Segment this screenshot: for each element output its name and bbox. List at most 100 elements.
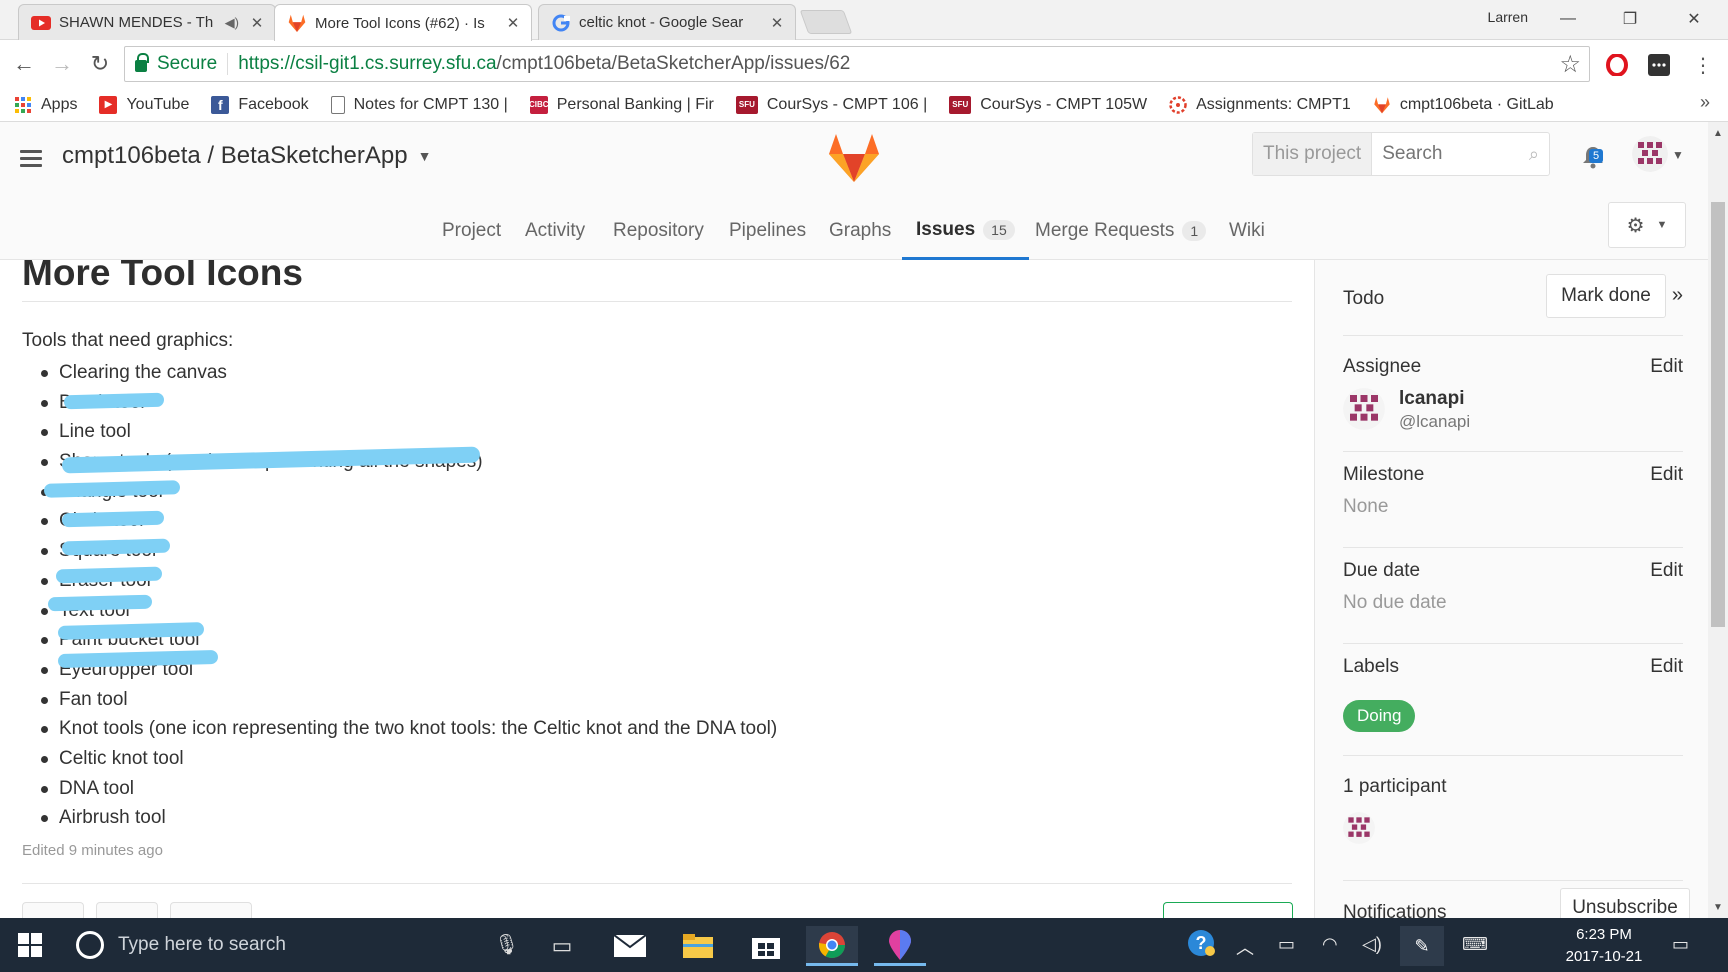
new-tab-button[interactable]: [799, 10, 853, 34]
chevron-down-icon[interactable]: ▼: [1672, 148, 1684, 162]
clock-time: 6:23 PM: [1576, 926, 1632, 943]
bookmark-label: Notes for CMPT 130 |: [353, 95, 508, 113]
task-view-icon[interactable]: ▭: [536, 926, 588, 966]
bookmark-youtube[interactable]: ▶ YouTube: [99, 95, 189, 114]
new-branch-button[interactable]: [1163, 902, 1293, 918]
list-item: Celtic knot tool: [22, 744, 777, 774]
bookmark-apps[interactable]: Apps: [14, 96, 77, 114]
volume-icon[interactable]: ◁): [1362, 934, 1382, 955]
maps-icon[interactable]: [874, 926, 926, 966]
bookmark-coursys-105w[interactable]: SFU CourSys - CMPT 105W: [949, 95, 1147, 114]
project-breadcrumb[interactable]: cmpt106beta / BetaSketcherApp ▼: [62, 142, 431, 170]
gitlab-logo-icon[interactable]: [826, 132, 882, 184]
scrollbar-thumb[interactable]: [1711, 202, 1725, 627]
add-reaction-button[interactable]: [170, 902, 252, 918]
close-tab-icon[interactable]: ✕: [769, 14, 785, 32]
edit-assignee-link[interactable]: Edit: [1650, 356, 1683, 378]
mail-icon[interactable]: [604, 926, 656, 966]
help-icon[interactable]: ?: [1186, 930, 1216, 963]
label-doing-badge[interactable]: Doing: [1343, 700, 1416, 732]
participant-avatar[interactable]: [1343, 812, 1375, 844]
close-tab-icon[interactable]: ✕: [505, 14, 521, 32]
touch-keyboard-icon[interactable]: ⌨: [1462, 934, 1488, 955]
tab-merge-requests[interactable]: Merge Requests 1: [1035, 202, 1207, 260]
bookmark-star-icon[interactable]: ☆: [1559, 50, 1581, 79]
page-scrollbar[interactable]: ▲ ▼: [1708, 122, 1728, 918]
tab-wiki[interactable]: Wiki: [1229, 202, 1265, 260]
bookmark-assignments[interactable]: Assignments: CMPT1: [1169, 96, 1351, 114]
search-input[interactable]: [1372, 143, 1523, 165]
tab-youtube[interactable]: SHAWN MENDES - Th ◀) ✕: [18, 4, 276, 40]
opera-extension-icon[interactable]: [1606, 54, 1628, 76]
action-center-icon[interactable]: ▭: [1672, 934, 1689, 955]
project-settings-button[interactable]: ⚙ ▼: [1608, 202, 1686, 248]
close-window-icon[interactable]: ✕: [1664, 0, 1724, 38]
battery-icon[interactable]: ▭: [1278, 934, 1295, 955]
store-icon[interactable]: [740, 926, 792, 966]
project-search[interactable]: This project ⌕: [1252, 132, 1550, 176]
scroll-down-icon[interactable]: ▼: [1713, 902, 1723, 913]
back-icon[interactable]: ←: [10, 50, 38, 78]
scroll-up-icon[interactable]: ▲: [1713, 128, 1723, 139]
bookmarks-overflow-button[interactable]: »: [1700, 92, 1710, 113]
microphone-icon[interactable]: 🎙: [494, 932, 519, 957]
edited-timestamp: Edited 9 minutes ago: [22, 842, 163, 859]
system-clock[interactable]: 6:23 PM 2017-10-21: [1554, 924, 1654, 968]
list-item: Knot tools (one icon representing the tw…: [22, 714, 777, 744]
gitlab-header: cmpt106beta / BetaSketcherApp ▼ This pro…: [0, 122, 1708, 260]
lock-icon: [135, 53, 149, 72]
forward-icon[interactable]: →: [48, 50, 76, 78]
tab-graphs[interactable]: Graphs: [829, 202, 891, 260]
wifi-icon[interactable]: ◠: [1322, 934, 1338, 955]
bookmark-gitlab[interactable]: cmpt106beta · GitLab: [1373, 96, 1554, 114]
minimize-icon[interactable]: —: [1538, 0, 1598, 38]
speaker-icon[interactable]: ◀): [225, 15, 239, 31]
secure-indicator[interactable]: Secure: [135, 53, 229, 75]
user-avatar[interactable]: [1632, 136, 1668, 172]
extension-icon[interactable]: [1648, 54, 1670, 76]
taskbar-search-input[interactable]: Type here to search: [118, 934, 286, 956]
tab-pipelines[interactable]: Pipelines: [729, 202, 806, 260]
show-hidden-icons-icon[interactable]: ︿: [1236, 934, 1254, 960]
bookmark-notes-cmpt130[interactable]: Notes for CMPT 130 |: [330, 95, 508, 114]
bookmark-coursys-106[interactable]: SFU CourSys - CMPT 106 |: [735, 95, 928, 114]
edit-labels-link[interactable]: Edit: [1650, 656, 1683, 678]
profile-name[interactable]: Larren: [1488, 9, 1528, 25]
tab-repository[interactable]: Repository: [613, 202, 704, 260]
tab-title: celtic knot - Google Sear: [579, 14, 744, 31]
thumbs-down-button[interactable]: [96, 902, 158, 918]
edit-due-date-link[interactable]: Edit: [1650, 560, 1683, 582]
file-explorer-icon[interactable]: [672, 926, 724, 966]
assignee-avatar[interactable]: [1343, 388, 1385, 430]
windows-start-icon[interactable]: [18, 933, 42, 957]
bookmark-label: CourSys - CMPT 106 |: [766, 95, 928, 113]
thumbs-up-button[interactable]: [22, 902, 84, 918]
unsubscribe-button[interactable]: Unsubscribe: [1560, 888, 1690, 918]
restore-icon[interactable]: ❐: [1600, 0, 1660, 38]
tab-project[interactable]: Project: [442, 202, 501, 260]
divider: [22, 301, 1292, 302]
search-scope-badge[interactable]: This project: [1253, 133, 1373, 175]
assignee-name[interactable]: lcanapi: [1399, 388, 1464, 410]
facebook-icon: f: [211, 95, 230, 114]
chrome-icon[interactable]: [806, 926, 858, 966]
tab-activity[interactable]: Activity: [525, 202, 585, 260]
gitlab-icon: [287, 13, 307, 33]
address-bar[interactable]: Secure https://csil-git1.cs.surrey.sfu.c…: [124, 46, 1590, 82]
tab-google-search[interactable]: celtic knot - Google Sear ✕: [538, 4, 796, 40]
browser-toolbar: ← → ↻ Secure https://csil-git1.cs.surrey…: [0, 40, 1728, 88]
participants-label: 1 participant: [1343, 776, 1447, 797]
pen-workspace-icon[interactable]: ✎: [1400, 926, 1444, 966]
bookmark-facebook[interactable]: f Facebook: [211, 95, 309, 114]
bookmark-personal-banking[interactable]: CIBC Personal Banking | Fir: [529, 95, 714, 114]
close-tab-icon[interactable]: ✕: [249, 14, 265, 32]
chevron-down-icon[interactable]: ▼: [418, 148, 432, 164]
reload-icon[interactable]: ↻: [86, 50, 114, 78]
hamburger-menu-icon[interactable]: [20, 150, 42, 168]
cortana-icon[interactable]: [76, 931, 104, 959]
browser-menu-icon[interactable]: ⋮: [1692, 54, 1714, 77]
tab-gitlab-issue[interactable]: More Tool Icons (#62) · Is ✕: [274, 4, 532, 41]
tab-issues[interactable]: Issues 15: [902, 202, 1029, 260]
edit-milestone-link[interactable]: Edit: [1650, 464, 1683, 486]
highlighter-scribble: [61, 510, 165, 528]
